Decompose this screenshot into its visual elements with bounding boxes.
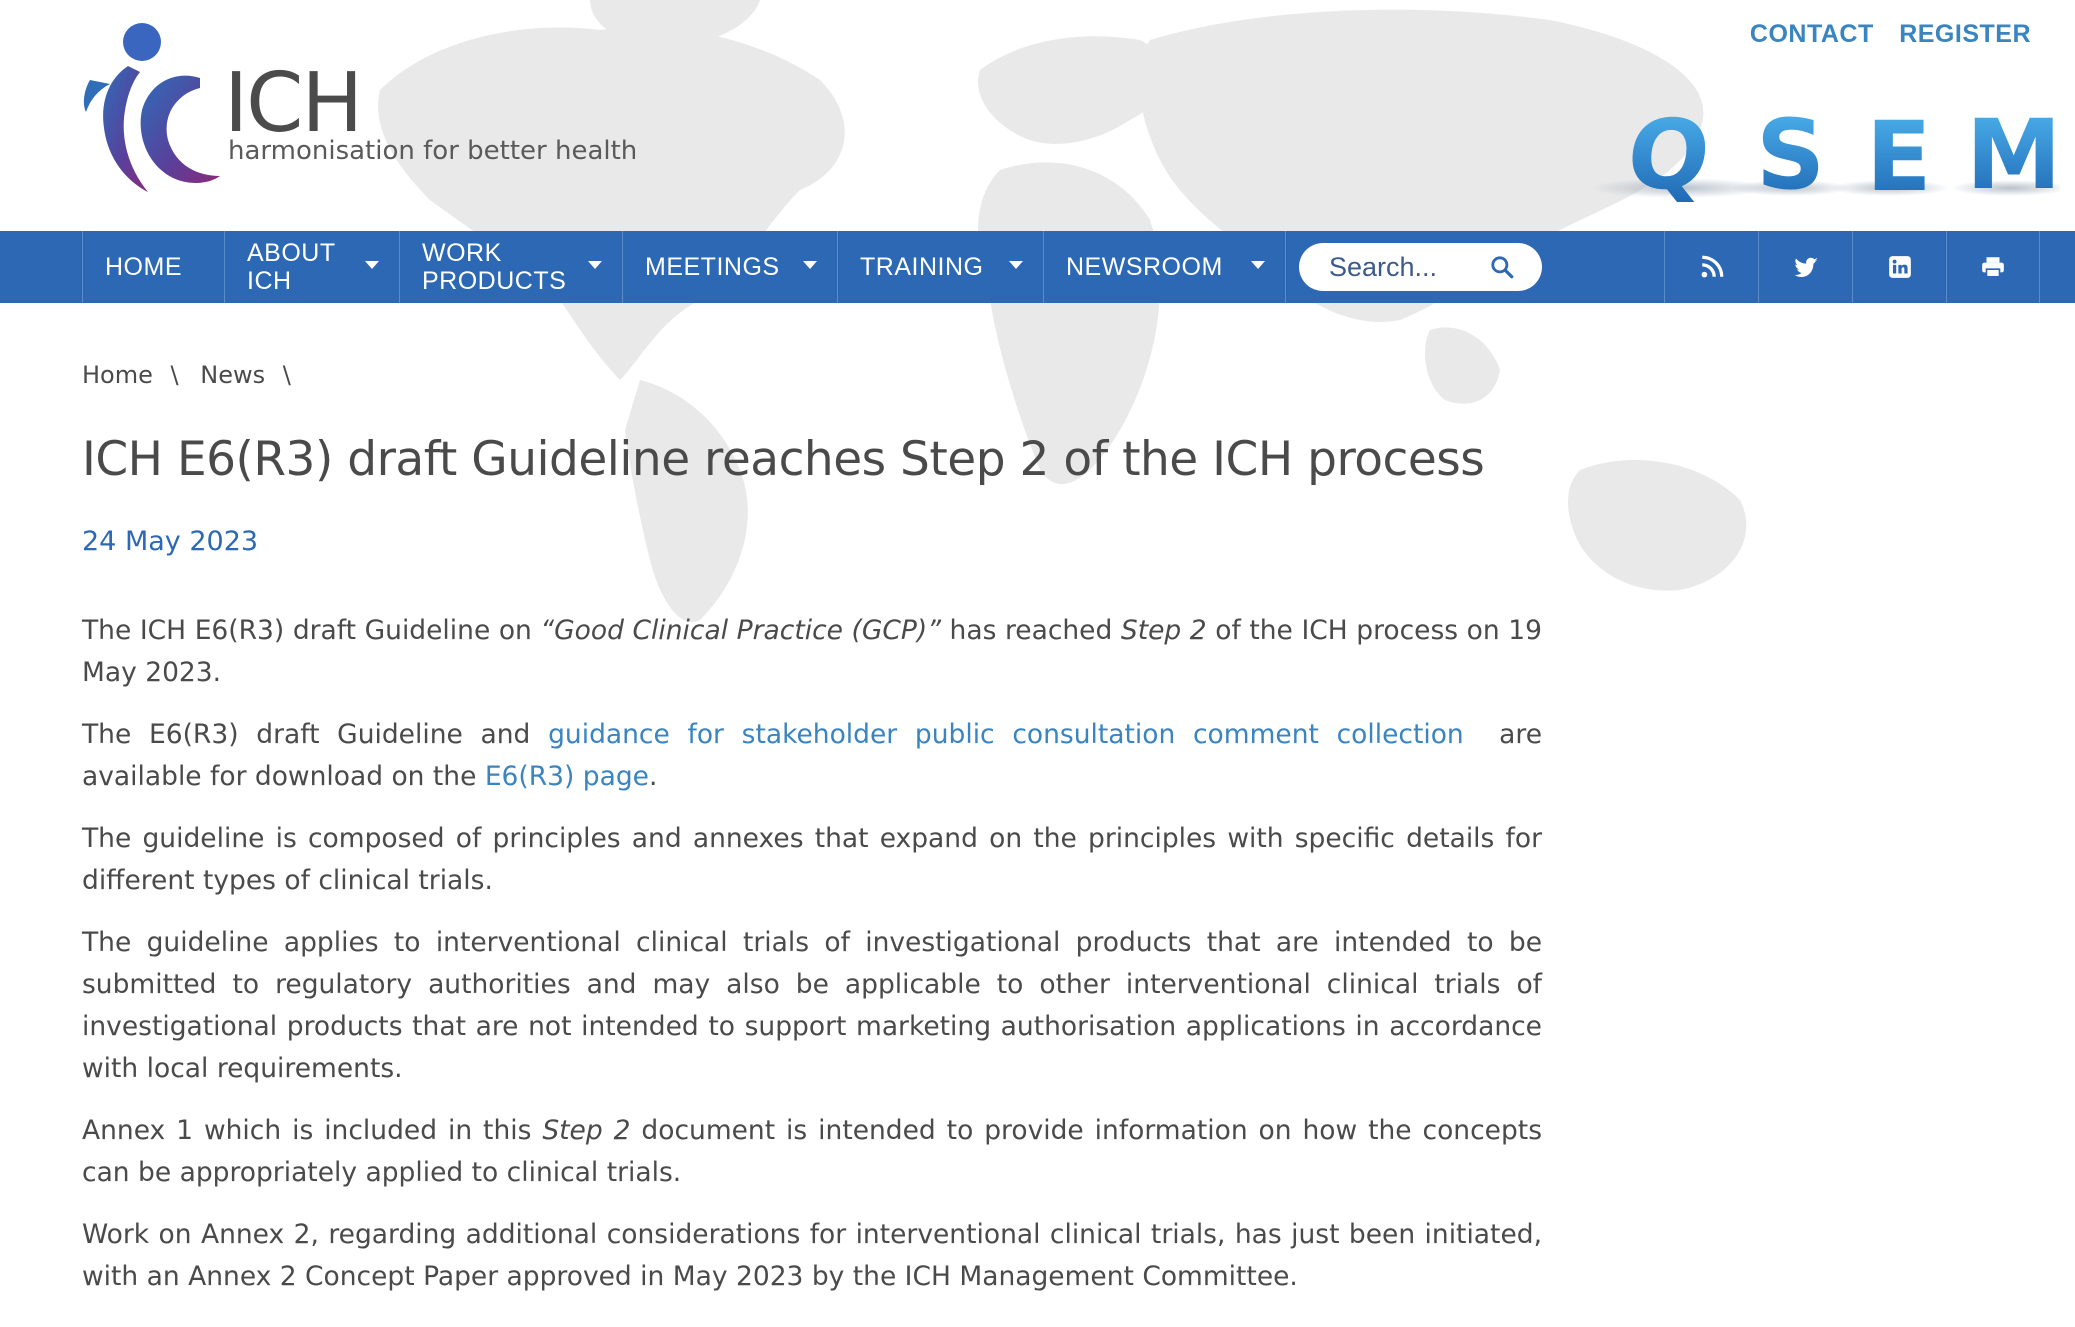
chevron-down-icon xyxy=(1251,261,1265,269)
nav-training[interactable]: TRAINING xyxy=(837,231,1043,303)
linkedin-icon xyxy=(1888,256,1911,278)
article-paragraph-1: The ICH E6(R3) draft Guideline on “Good … xyxy=(82,610,1542,694)
article-body: The ICH E6(R3) draft Guideline on “Good … xyxy=(82,610,1542,1318)
article-paragraph-2: The E6(R3) draft Guideline and guidance … xyxy=(82,714,1542,798)
banner-letter-q: Q xyxy=(1622,99,1715,206)
print-icon xyxy=(1982,257,2004,278)
chevron-down-icon xyxy=(1009,261,1023,269)
rss-button[interactable] xyxy=(1664,231,1758,303)
nav-work-products-label: WORK PRODUCTS xyxy=(422,239,567,295)
search-input[interactable] xyxy=(1329,249,1489,285)
contact-link[interactable]: CONTACT xyxy=(1750,20,1874,48)
breadcrumb: Home \ News \ xyxy=(82,361,305,389)
text: Annex 1 which is included in this xyxy=(82,1115,543,1146)
article-paragraph-6: Work on Annex 2, regarding additional co… xyxy=(82,1219,1542,1292)
breadcrumb-news[interactable]: News xyxy=(200,361,265,389)
top-links: CONTACT REGISTER xyxy=(1732,20,2031,49)
twitter-button[interactable] xyxy=(1758,231,1852,303)
print-button[interactable] xyxy=(1946,231,2040,303)
twitter-icon xyxy=(1793,257,1818,278)
page-title: ICH E6(R3) draft Guideline reaches Step … xyxy=(82,432,1485,487)
text: The E6(R3) draft Guideline and xyxy=(82,719,549,750)
article-paragraph-3: The guideline is composed of principles … xyxy=(82,823,1542,896)
breadcrumb-separator: \ xyxy=(170,361,179,389)
linkedin-button[interactable] xyxy=(1852,231,1946,303)
ich-logo-mark-icon xyxy=(83,23,220,192)
text: has reached xyxy=(940,615,1121,646)
nav-about-ich[interactable]: ABOUT ICH xyxy=(224,231,399,303)
search-icon[interactable] xyxy=(1489,254,1515,280)
nav-newsroom[interactable]: NEWSROOM xyxy=(1043,231,1286,303)
ich-logo[interactable]: ICH harmonisation for better health xyxy=(80,20,637,200)
nav-newsroom-label: NEWSROOM xyxy=(1066,253,1223,281)
nav-home[interactable]: HOME xyxy=(82,231,224,303)
article-date: 24 May 2023 xyxy=(82,526,259,557)
logo-tagline: harmonisation for better health xyxy=(228,136,638,166)
nav-meetings-label: MEETINGS xyxy=(645,253,780,281)
nav-work-products[interactable]: WORK PRODUCTS xyxy=(399,231,622,303)
rss-icon xyxy=(1701,255,1723,278)
breadcrumb-home[interactable]: Home xyxy=(82,361,153,389)
text-em: Step 2 xyxy=(542,1115,631,1146)
nav-training-label: TRAINING xyxy=(860,253,984,281)
text-em: “Good Clinical Practice (GCP)” xyxy=(540,615,941,646)
article-paragraph-5: Annex 1 which is included in this Step 2… xyxy=(82,1110,1542,1194)
search-box xyxy=(1299,243,1542,291)
chevron-down-icon xyxy=(803,261,817,269)
text: . xyxy=(648,761,658,792)
breadcrumb-separator: \ xyxy=(282,361,291,389)
qsem-banner[interactable]: Q S E M xyxy=(1590,96,2060,206)
main-navigation: HOME ABOUT ICH WORK PRODUCTS MEETINGS TR… xyxy=(0,231,2075,303)
e6r3-page-link[interactable]: E6(R3) page xyxy=(485,761,649,792)
nav-home-label: HOME xyxy=(105,253,182,281)
article-paragraph-4: The guideline applies to interventional … xyxy=(82,927,1542,1084)
banner-letter-m: M xyxy=(1966,99,2060,206)
banner-letter-e: E xyxy=(1866,101,1932,206)
register-link[interactable]: REGISTER xyxy=(1899,20,2031,48)
nav-about-ich-label: ABOUT ICH xyxy=(247,239,336,295)
nav-meetings[interactable]: MEETINGS xyxy=(622,231,837,303)
banner-letter-s: S xyxy=(1756,99,1825,206)
chevron-down-icon xyxy=(588,261,602,269)
text-em: Step 2 xyxy=(1120,615,1207,646)
chevron-down-icon xyxy=(365,261,379,269)
consultation-guidance-link[interactable]: guidance for stakeholder public consulta… xyxy=(548,719,1464,750)
site-header: ICH harmonisation for better health CONT… xyxy=(0,0,2075,231)
text: The ICH E6(R3) draft Guideline on xyxy=(82,615,541,646)
